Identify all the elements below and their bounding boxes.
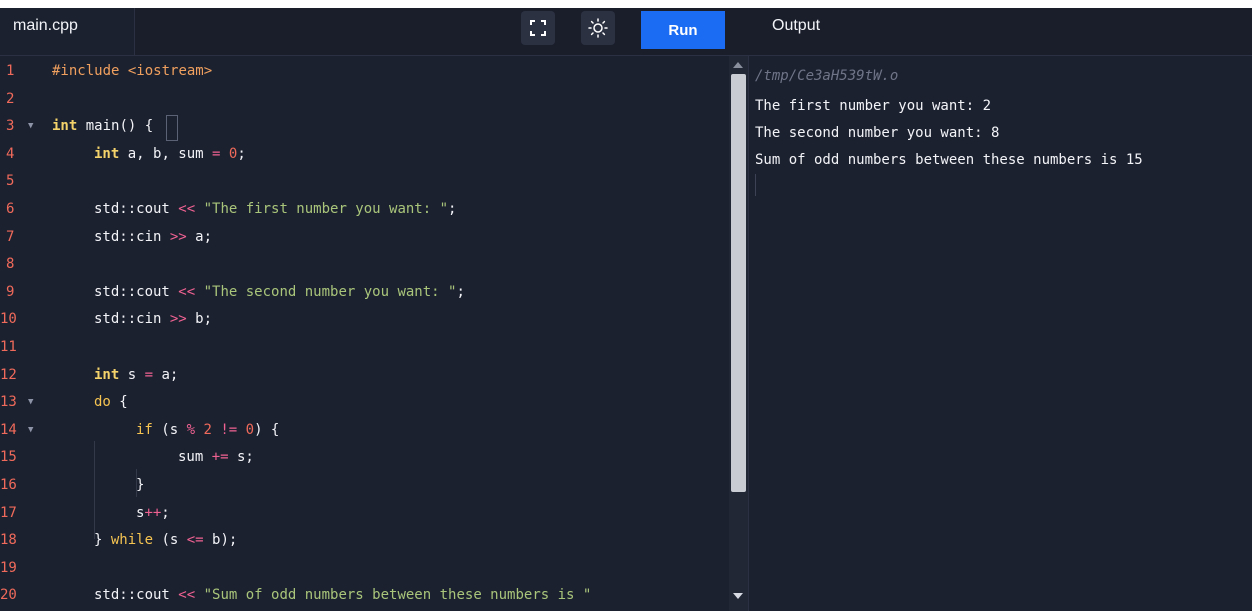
line-number: 13 ▼ (0, 389, 46, 417)
fold-toggle-icon[interactable]: ▼ (28, 417, 33, 445)
scroll-up-arrow-icon[interactable] (733, 62, 743, 68)
line-number: 9 (6, 283, 15, 300)
output-cursor (755, 174, 756, 196)
code-line: s++; (136, 504, 170, 521)
code-line: int s = a; (94, 366, 179, 383)
line-number: 20 (0, 587, 17, 604)
code-editor[interactable]: 1 2 3 ▼ 4 5 6 7 8 9 10 11 12 13 ▼ 14 ▼ 15 1… (0, 56, 749, 611)
line-number: 1 (6, 63, 15, 79)
scrollbar-thumb[interactable] (731, 74, 746, 492)
code-line: int main() { (52, 118, 154, 135)
line-number: 12 (0, 366, 17, 383)
code-line: int a, b, sum = 0; (94, 145, 246, 162)
code-line: std::cout << "The second number you want… (94, 283, 465, 300)
line-number: 14 ▼ (0, 417, 46, 445)
line-number: 16 (0, 477, 17, 493)
line-number-gutter: 1 2 3 ▼ 4 5 6 7 8 9 10 11 12 13 ▼ 14 ▼ 15 1… (0, 56, 46, 611)
line-number: 17 (0, 504, 17, 521)
run-button[interactable]: Run (641, 11, 725, 49)
code-line: } while (s <= b); (94, 532, 238, 549)
theme-toggle-button[interactable] (581, 11, 615, 45)
output-panel: /tmp/Ce3aH539tW.o The first number you w… (749, 56, 1252, 611)
output-line: The first number you want: 2 (755, 98, 992, 114)
line-number: 7 (6, 228, 15, 245)
code-area[interactable]: #include <iostream> int main() { int a, … (52, 56, 728, 611)
line-number: 3 ▼ (0, 113, 46, 141)
fullscreen-button[interactable] (521, 11, 555, 45)
file-tab[interactable]: main.cpp (0, 8, 135, 55)
line-number: 8 (6, 256, 15, 273)
toolbar: main.cpp Run Output (0, 8, 1252, 56)
code-line: do { (94, 394, 128, 411)
output-binary-path: /tmp/Ce3aH539tW.o (755, 68, 899, 84)
code-line: std::cout << "The first number you want:… (94, 201, 457, 217)
code-line: std::cin >> a; (94, 228, 213, 245)
line-number: 15 (0, 449, 17, 466)
code-line: sum += s; (178, 449, 254, 466)
output-line: Sum of odd numbers between these numbers… (755, 152, 1143, 168)
sun-icon (588, 18, 608, 38)
indent-guide (94, 441, 95, 539)
line-number: 5 (6, 173, 15, 190)
line-number: 2 (6, 90, 15, 107)
output-title: Output (772, 17, 821, 34)
editor-scrollbar[interactable] (729, 56, 748, 611)
code-line: if (s % 2 != 0) { (136, 421, 280, 438)
code-line: std::cin >> b; (94, 311, 213, 328)
code-editor-app: main.cpp Run Output 1 2 3 ▼ 4 5 6 7 8 9 … (0, 8, 1252, 611)
code-line: #include <iostream> (52, 63, 213, 79)
code-line: std::cout << "Sum of odd numbers between… (94, 587, 592, 604)
line-number: 6 (6, 201, 15, 217)
line-number: 11 (0, 339, 17, 355)
line-number: 18 (0, 532, 17, 549)
fold-toggle-icon[interactable]: ▼ (28, 389, 33, 417)
line-number: 10 (0, 311, 17, 328)
bracket-match-highlight (166, 115, 178, 141)
fullscreen-icon (530, 20, 546, 36)
scroll-down-arrow-icon[interactable] (733, 593, 743, 599)
file-tab-label: main.cpp (13, 17, 78, 34)
line-number: 19 (0, 559, 17, 576)
fold-toggle-icon[interactable]: ▼ (28, 113, 33, 141)
code-line: } (136, 477, 145, 493)
output-line: The second number you want: 8 (755, 125, 1000, 141)
line-number: 4 (6, 145, 15, 162)
